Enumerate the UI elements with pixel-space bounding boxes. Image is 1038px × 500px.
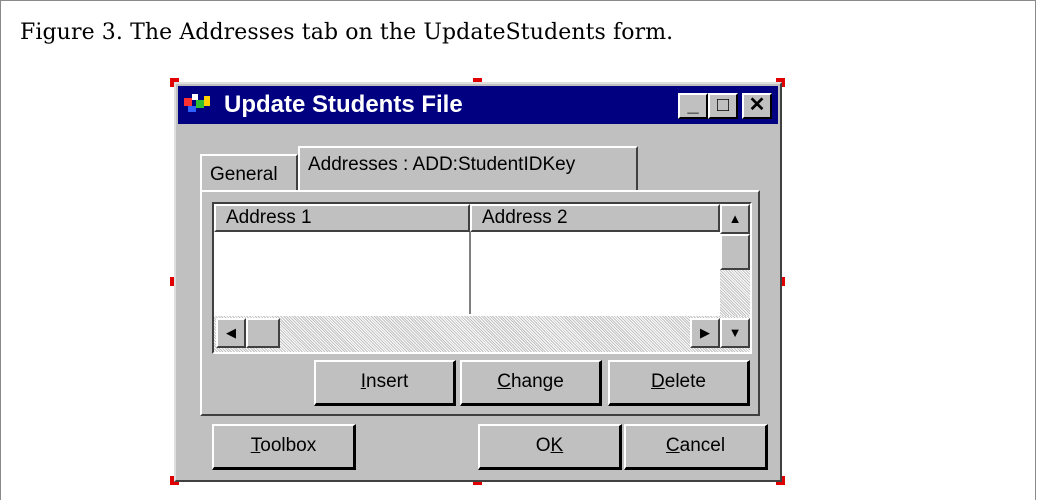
window-titlebar[interactable]: Update Students File _ □ ✕ (178, 86, 778, 124)
addresses-list[interactable]: Address 1 Address 2 ▲ ◀ ▶ ▼ (212, 202, 752, 354)
column-header-address-1[interactable]: Address 1 (214, 204, 470, 232)
toolbox-button[interactable]: Toolbox (212, 424, 356, 470)
minimize-icon: _ (687, 94, 699, 116)
column-header-address-2[interactable]: Address 2 (470, 204, 720, 232)
triangle-right-icon: ▶ (700, 325, 710, 340)
scroll-up-button[interactable]: ▲ (720, 204, 750, 234)
scroll-left-button[interactable]: ◀ (216, 318, 246, 348)
app-icon (184, 94, 214, 114)
close-icon: ✕ (748, 94, 766, 116)
ok-button[interactable]: OK (478, 424, 622, 470)
scroll-down-button[interactable]: ▼ (720, 318, 750, 348)
vertical-scrollbar[interactable]: ▲ (720, 204, 750, 316)
change-button[interactable]: Change (460, 360, 602, 406)
cancel-button[interactable]: Cancel (624, 424, 768, 470)
maximize-icon: □ (716, 94, 730, 116)
column-divider (469, 232, 471, 314)
triangle-up-icon: ▲ (728, 211, 742, 226)
tab-addresses-label: Addresses : ADD:StudentIDKey (308, 154, 576, 175)
update-students-window: Update Students File _ □ ✕ General Addre… (174, 82, 782, 482)
close-button[interactable]: ✕ (742, 93, 772, 119)
tab-general-label: General (210, 164, 278, 185)
figure-caption: Figure 3. The Addresses tab on the Updat… (20, 20, 674, 45)
addresses-panel: Address 1 Address 2 ▲ ◀ ▶ ▼ Insert Chang… (200, 190, 760, 416)
insert-button[interactable]: Insert (314, 360, 456, 406)
minimize-button[interactable]: _ (678, 93, 708, 119)
scroll-right-button[interactable]: ▶ (690, 318, 720, 348)
horizontal-scrollbar[interactable]: ◀ ▶ ▼ (214, 316, 750, 352)
vertical-scroll-thumb[interactable] (720, 234, 750, 270)
maximize-button[interactable]: □ (708, 93, 738, 119)
triangle-left-icon: ◀ (226, 325, 236, 340)
delete-button[interactable]: Delete (608, 360, 750, 406)
tab-general[interactable]: General (200, 154, 298, 192)
horizontal-scroll-thumb[interactable] (246, 318, 280, 348)
window-title: Update Students File (224, 91, 463, 118)
triangle-down-icon: ▼ (728, 325, 742, 340)
tab-addresses[interactable]: Addresses : ADD:StudentIDKey (298, 146, 638, 192)
